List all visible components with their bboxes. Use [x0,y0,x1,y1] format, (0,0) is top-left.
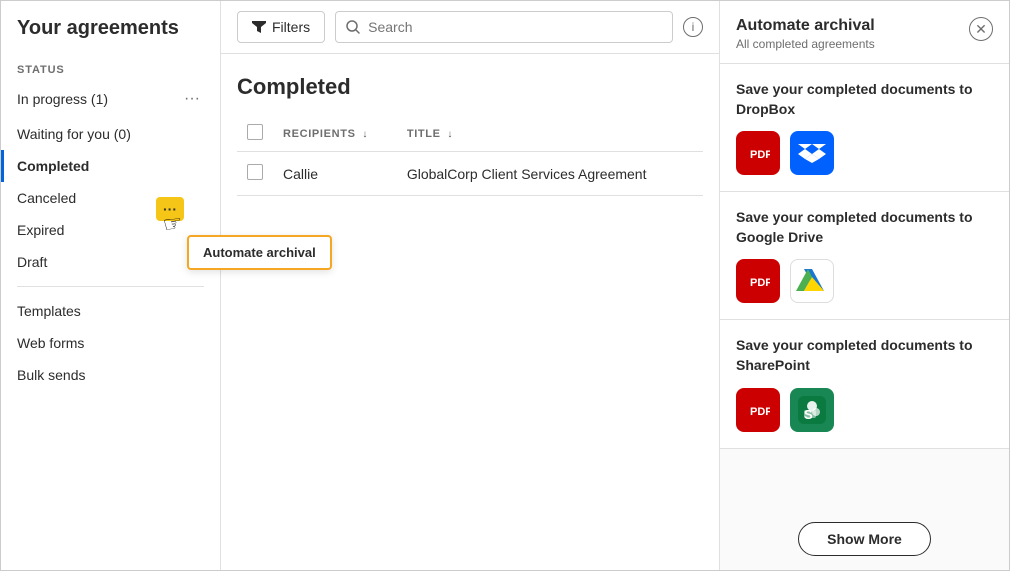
info-icon[interactable]: i [683,17,703,37]
archive-card-icons: PDF S [736,388,993,432]
archive-card-gdrive: Save your completed documents to Google … [720,192,1009,320]
sidebar-item-label: Waiting for you (0) [17,126,204,142]
app-container: Your agreements STATUS In progress (1) ·… [0,0,1010,571]
dropbox-icon-svg [798,141,826,165]
right-panel: Automate archival All completed agreemen… [719,1,1009,570]
sidebar-item-completed[interactable]: Completed [1,150,220,182]
dropbox-icon[interactable] [790,131,834,175]
right-panel-subtitle: All completed agreements [736,37,875,51]
svg-text:PDF: PDF [750,406,770,418]
adobe-pdf-icon-2[interactable]: PDF [736,259,780,303]
tooltip-popup: Automate archival [187,235,332,270]
header-checkbox-cell [237,116,273,152]
sharepoint-icon-svg: S [798,396,826,424]
adobe-icon-svg-2: PDF [746,269,770,293]
gdrive-icon-svg [796,267,828,295]
filter-button[interactable]: Filters [237,11,325,43]
sidebar-item-label: Bulk sends [17,367,204,383]
recipients-sort-arrow[interactable]: ↓ [362,129,368,140]
sidebar-item-in-progress[interactable]: In progress (1) ··· [1,80,220,118]
adobe-icon-svg: PDF [746,141,770,165]
filter-label: Filters [272,19,310,35]
row-checkbox[interactable] [247,164,263,180]
adobe-pdf-icon-3[interactable]: PDF [736,388,780,432]
search-bar [335,11,673,43]
sidebar-item-templates[interactable]: Templates [1,295,220,327]
filter-icon [252,21,266,33]
sidebar-item-bulk-sends[interactable]: Bulk sends [1,359,220,391]
right-panel-body: Save your completed documents to DropBox… [720,64,1009,508]
recipient-cell: Callie [273,152,397,196]
select-all-checkbox[interactable] [247,124,263,140]
section-title: Completed [237,74,703,100]
sidebar-item-label: In progress (1) [17,91,180,107]
main-header: Filters i [221,1,719,54]
svg-text:PDF: PDF [750,149,770,161]
svg-text:S: S [804,407,813,422]
automate-archival-button[interactable]: ··· [156,197,184,221]
row-checkbox-cell [237,152,273,196]
title-column-header: TITLE ↓ [397,116,703,152]
recipients-column-header: RECIPIENTS ↓ [273,116,397,152]
sidebar-item-label: Web forms [17,335,204,351]
sidebar-item-label: Draft [17,254,204,270]
adobe-icon-svg-3: PDF [746,398,770,422]
archive-card-title: Save your completed documents to SharePo… [736,336,993,375]
archive-card-dropbox: Save your completed documents to DropBox… [720,64,1009,192]
sidebar-item-label: Templates [17,303,204,319]
sidebar-item-web-forms[interactable]: Web forms [1,327,220,359]
adobe-pdf-icon[interactable]: PDF [736,131,780,175]
archive-card-icons: PDF [736,131,993,175]
sharepoint-icon[interactable]: S [790,388,834,432]
sidebar-title: Your agreements [1,17,220,56]
sidebar-item-label: Expired [17,222,204,238]
automate-dots: ··· [163,201,177,217]
table-row: Callie GlobalCorp Client Services Agreem… [237,152,703,196]
sidebar-item-menu-dots[interactable]: ··· [180,88,204,110]
status-section-label: STATUS [1,56,220,80]
search-icon [346,20,360,34]
sidebar-divider [17,286,204,287]
archive-card-sharepoint: Save your completed documents to SharePo… [720,320,1009,448]
tooltip-label: Automate archival [203,245,316,260]
title-sort-arrow[interactable]: ↓ [447,129,453,140]
show-more-button[interactable]: Show More [798,522,931,556]
close-button[interactable]: ✕ [969,17,993,41]
archive-card-title: Save your completed documents to DropBox [736,80,993,119]
sidebar-item-canceled[interactable]: Canceled [1,182,220,214]
right-panel-title: Automate archival [736,17,875,35]
main-content: Filters i Completed [221,1,719,570]
svg-text:PDF: PDF [750,277,770,289]
table-header-row: RECIPIENTS ↓ TITLE ↓ [237,116,703,152]
right-panel-title-block: Automate archival All completed agreemen… [736,17,875,51]
title-cell: GlobalCorp Client Services Agreement [397,152,703,196]
search-input[interactable] [368,19,662,35]
right-panel-header: Automate archival All completed agreemen… [720,1,1009,64]
archive-card-icons: PDF [736,259,993,303]
sidebar: Your agreements STATUS In progress (1) ·… [1,1,221,570]
gdrive-icon[interactable] [790,259,834,303]
agreements-table: RECIPIENTS ↓ TITLE ↓ Calli [237,116,703,196]
archive-card-title: Save your completed documents to Google … [736,208,993,247]
sidebar-item-label: Completed [17,158,204,174]
right-panel-footer: Show More [720,508,1009,570]
main-body: Completed RECIPIENTS ↓ TITLE ↓ [221,54,719,570]
sidebar-item-waiting[interactable]: Waiting for you (0) [1,118,220,150]
